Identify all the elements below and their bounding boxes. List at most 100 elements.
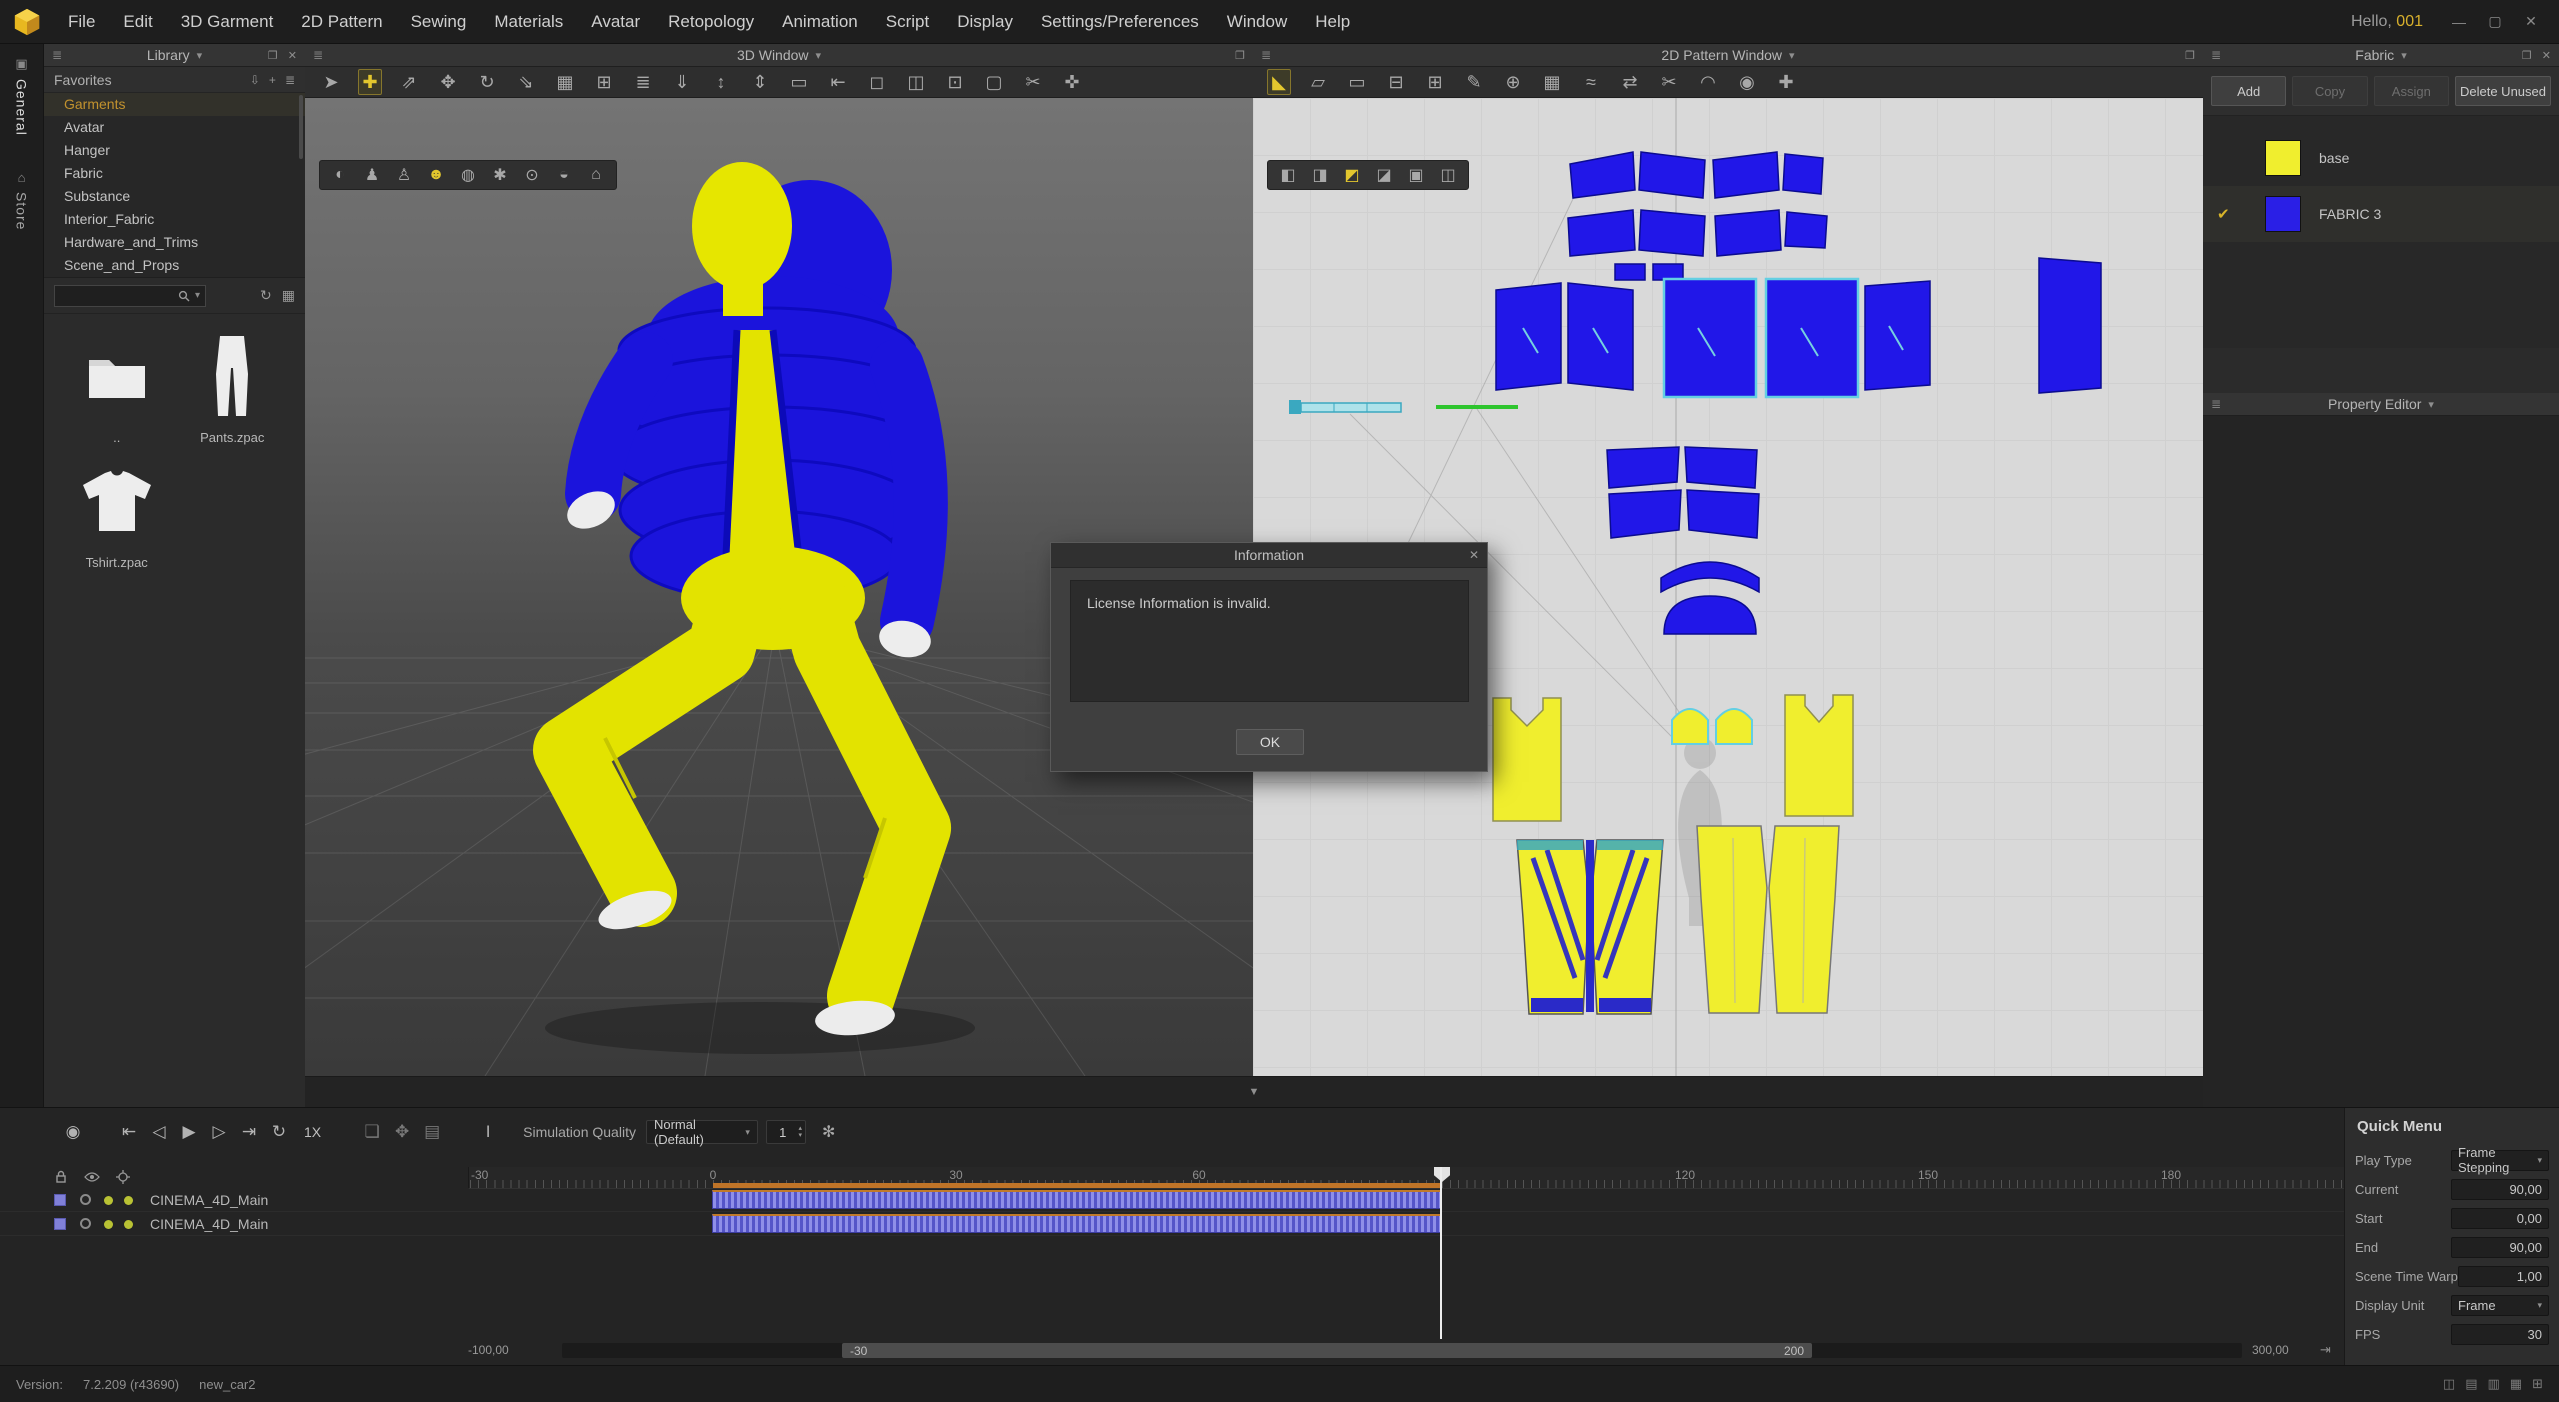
avatar-arrange-icon[interactable]: ◒ — [554, 166, 574, 184]
flatten-tool-icon[interactable]: ▭ — [787, 70, 811, 94]
layout-3-icon[interactable]: ▥ — [2488, 1376, 2500, 1392]
pin-tool-icon[interactable]: ✥ — [436, 70, 460, 94]
scroll-end-icon[interactable]: ⇥ — [2320, 1342, 2331, 1358]
show-texture-icon[interactable]: ◩ — [1342, 165, 1362, 185]
float-window-icon[interactable]: ❐ — [1235, 49, 1245, 62]
add-favorite-icon[interactable]: + — [269, 73, 276, 87]
chevron-down-icon[interactable]: ▾ — [816, 49, 822, 62]
play-type-select[interactable]: Frame Stepping ▾ — [2451, 1150, 2549, 1171]
shade-mode-icon[interactable]: ◐ — [330, 166, 350, 184]
window-timeline-divider[interactable]: ▼ — [305, 1076, 2203, 1107]
collapse-arrow-icon[interactable]: ▼ — [1249, 1086, 1260, 1098]
fabric-swatch[interactable] — [2265, 196, 2301, 232]
hamburger-icon[interactable]: ≣ — [2211, 397, 2221, 411]
chevron-down-icon[interactable]: ▾ — [2428, 398, 2434, 411]
dialog-ok-button[interactable]: OK — [1236, 729, 1304, 755]
timeline-settings-icon[interactable]: ✻ — [822, 1122, 835, 1142]
favorite-item-garments[interactable]: Garments — [44, 93, 305, 116]
avatar-home-icon[interactable]: ⌂ — [586, 166, 606, 184]
drop-tool-icon[interactable]: ⇓ — [670, 70, 694, 94]
time-cursor-icon[interactable]: I — [473, 1122, 503, 1142]
chevron-down-icon[interactable]: ▾ — [2401, 49, 2407, 62]
list-view-icon[interactable]: ≣ — [285, 73, 295, 87]
internal-shape-icon[interactable]: ▦ — [1540, 70, 1564, 94]
move-keyframe-icon[interactable]: ✥ — [387, 1122, 417, 1142]
record-button[interactable]: ◉ — [58, 1122, 88, 1142]
favorites-scrollbar[interactable] — [299, 95, 303, 159]
menu-window[interactable]: Window — [1213, 12, 1301, 32]
chevron-down-icon[interactable]: ▾ — [197, 49, 203, 62]
close-panel-icon[interactable]: ✕ — [288, 49, 297, 62]
scale-tool-icon[interactable]: ⇘ — [514, 70, 538, 94]
avatar-tape-icon[interactable]: ⊙ — [522, 165, 542, 185]
track-row[interactable]: CINEMA_4D_Main — [0, 1189, 2344, 1212]
favorite-item-substance[interactable]: Substance — [44, 185, 305, 208]
float-window-icon[interactable]: ❐ — [2185, 49, 2195, 62]
cut-tool-icon[interactable]: ✂ — [1657, 70, 1681, 94]
menu-avatar[interactable]: Avatar — [577, 12, 654, 32]
hamburger-icon[interactable]: ≣ — [1261, 48, 1271, 62]
fit-tool-icon[interactable]: ⇕ — [748, 70, 772, 94]
menu-animation[interactable]: Animation — [768, 12, 872, 32]
dart-tool-icon[interactable]: ⊕ — [1501, 70, 1525, 94]
timeline-scrollbar-thumb[interactable]: -30 200 — [842, 1343, 1812, 1358]
playhead-line[interactable] — [1440, 1167, 1442, 1339]
rotate-tool-icon[interactable]: ↻ — [475, 70, 499, 94]
menu-script[interactable]: Script — [872, 12, 943, 32]
playback-speed-button[interactable]: 1X — [294, 1124, 331, 1140]
eye-icon[interactable] — [84, 1171, 100, 1183]
layout-1-icon[interactable]: ◫ — [2443, 1376, 2455, 1392]
bounds-tool-icon[interactable]: ▢ — [982, 70, 1006, 94]
search-filter-caret-icon[interactable]: ▾ — [195, 290, 200, 301]
pen-tool-icon[interactable]: ✎ — [1462, 70, 1486, 94]
close-panel-icon[interactable]: ✕ — [2542, 49, 2551, 62]
select-tool-icon[interactable]: ➤ — [319, 70, 343, 94]
float-window-icon[interactable]: ❐ — [2522, 49, 2532, 62]
panel-tool-icon[interactable]: ◫ — [904, 70, 928, 94]
file-item-tshirt[interactable]: Tshirt.zpac — [62, 455, 172, 570]
file-item-parent-folder[interactable]: .. — [62, 330, 172, 445]
track-mute-toggle[interactable] — [80, 1194, 91, 1205]
notch-tool-icon[interactable]: ✚ — [1774, 70, 1798, 94]
scene-time-warp-field[interactable]: 1,00 — [2458, 1266, 2549, 1287]
layout-4-icon[interactable]: ▦ — [2510, 1376, 2522, 1392]
remove-tool-icon[interactable]: ⊟ — [1384, 70, 1408, 94]
file-item-pants[interactable]: Pants.zpac — [178, 330, 288, 445]
hamburger-icon[interactable]: ≣ — [2211, 48, 2221, 62]
align-tool-icon[interactable]: ⇤ — [826, 70, 850, 94]
menu-3d-garment[interactable]: 3D Garment — [167, 12, 288, 32]
add-point-tool-icon[interactable]: ⊞ — [1423, 70, 1447, 94]
menu-help[interactable]: Help — [1301, 12, 1364, 32]
copy-fabric-button[interactable]: Copy — [2292, 76, 2367, 106]
favorite-item-scene-and-props[interactable]: Scene_and_Props — [44, 254, 305, 277]
fps-field[interactable]: 30 — [2451, 1324, 2549, 1345]
avatar-show-icon[interactable]: ♟ — [362, 165, 382, 185]
timeline-ruler[interactable]: -30 0 30 60 120 150 180 — [468, 1167, 2344, 1189]
delete-unused-button[interactable]: Delete Unused — [2455, 76, 2551, 106]
chevron-down-icon[interactable]: ▾ — [1789, 49, 1795, 62]
grid-tool-icon[interactable]: ⊞ — [592, 70, 616, 94]
track-keyframe-dot[interactable] — [104, 1196, 113, 1205]
gizmo-tool-icon[interactable]: ✚ — [358, 69, 382, 95]
layout-2-icon[interactable]: ▤ — [2465, 1376, 2477, 1392]
search-field[interactable] — [60, 288, 173, 303]
favorite-item-hardware-and-trims[interactable]: Hardware_and_Trims — [44, 231, 305, 254]
fabric-row-base[interactable]: base — [2203, 130, 2559, 186]
keyframe-list-icon[interactable]: ▤ — [417, 1122, 447, 1142]
previous-frame-button[interactable]: ◁ — [144, 1122, 174, 1142]
simulation-quality-select[interactable]: Normal (Default) ▾ — [646, 1120, 758, 1144]
track-keyframe-dot[interactable] — [124, 1196, 133, 1205]
target-tool-icon[interactable]: ⊡ — [943, 70, 967, 94]
copy-keyframe-icon[interactable]: ❏ — [357, 1122, 387, 1142]
avatar-hide-icon[interactable]: ♙ — [394, 165, 414, 185]
grid-view-icon[interactable]: ▦ — [282, 287, 295, 304]
menu-retopology[interactable]: Retopology — [654, 12, 768, 32]
seam-tool-icon[interactable]: ≈ — [1579, 70, 1603, 94]
animation-clip[interactable] — [712, 1190, 1441, 1209]
loop-button[interactable]: ↻ — [264, 1122, 294, 1142]
curve-tool-icon[interactable]: ◠ — [1696, 70, 1720, 94]
animation-clip[interactable] — [712, 1214, 1441, 1233]
rectangle-tool-icon[interactable]: ▭ — [1345, 70, 1369, 94]
tab-store[interactable]: ⌂ Store — [14, 170, 30, 230]
end-frame-field[interactable]: 90,00 — [2451, 1237, 2549, 1258]
